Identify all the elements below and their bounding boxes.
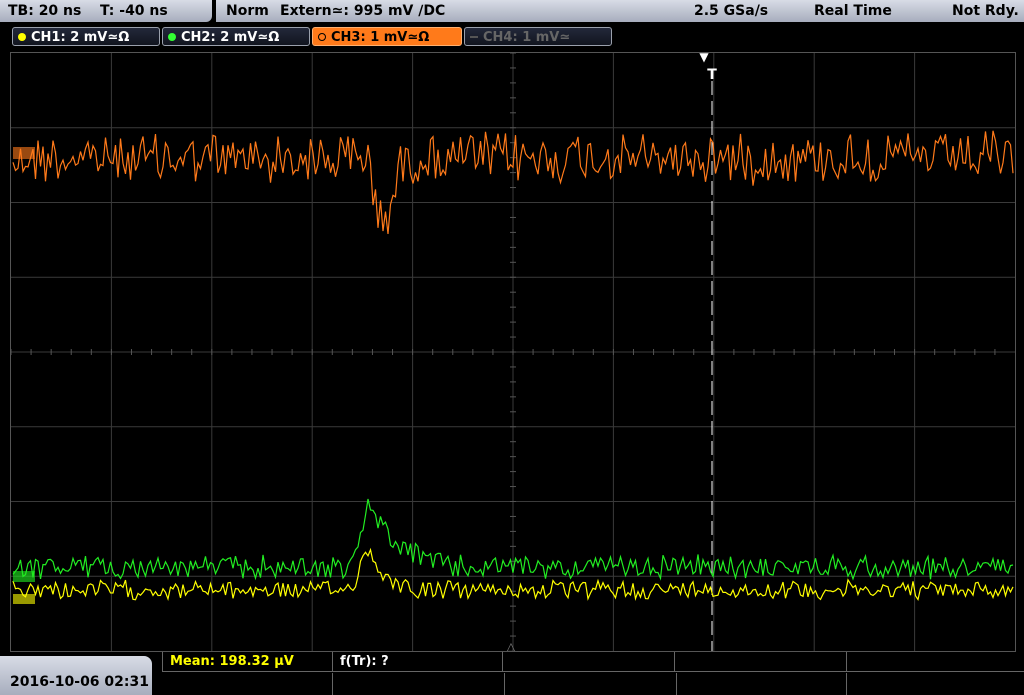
trigger-arrow-icon: ▼ [699,53,709,64]
ch1-offset-marker[interactable] [13,594,35,604]
measure-cell-3[interactable] [502,652,674,672]
ch2-indicator-icon [168,33,176,41]
trigger-position-icon: △ [507,640,516,651]
measure-cell-7[interactable] [504,673,676,695]
ch1-label: CH1: 2 mV≃Ω [31,30,130,45]
measure-cell-5[interactable] [846,652,1024,672]
timebase-value: TB: 20 ns [8,3,82,19]
ch2-offset-marker[interactable] [13,571,35,582]
ch3-label: CH3: 1 mV≃Ω [331,30,430,45]
function-measurement: f(Tr): ? [340,654,389,669]
trigger-marker: T [707,67,717,83]
status-bar: TB: 20 ns T: -40 ns Norm Extern≃: 995 mV… [0,0,1024,24]
ch3-offset-marker[interactable] [13,147,35,159]
ch1-indicator-icon [18,33,26,41]
trigger-panel[interactable]: Norm Extern≃: 995 mV ∕DC 2.5 GSa/s Real … [216,0,1024,22]
ch2-label: CH2: 2 mV≃Ω [181,30,280,45]
measurement-table[interactable]: Mean: 198.32 µV f(Tr): ? [162,652,1024,695]
measure-cell-8[interactable] [676,673,846,695]
channel-1-button[interactable]: CH1: 2 mV≃Ω [12,27,160,46]
waveform-canvas: ▼ T △ [10,50,1015,653]
mean-measurement: Mean: 198.32 µV [170,654,294,669]
channel-2-button[interactable]: CH2: 2 mV≃Ω [162,27,310,46]
ch4-indicator-icon [470,36,478,38]
measure-cell-4[interactable] [674,652,846,672]
channel-bar: CH1: 2 mV≃Ω CH2: 2 mV≃Ω CH3: 1 mV≃Ω CH4:… [0,24,1024,50]
footer-bar: 2016-10-06 02:31 Mean: 198.32 µV f(Tr): … [0,652,1024,695]
datetime-value: 2016-10-06 02:31 [10,674,149,690]
measure-cell-6[interactable] [332,673,504,695]
trigger-time-value: T: -40 ns [100,3,168,19]
channel-3-button[interactable]: CH3: 1 mV≃Ω [312,27,462,46]
ch4-label: CH4: 1 mV≃ [483,30,571,45]
acquisition-mode: Real Time [814,3,892,19]
sample-rate: 2.5 GSa/s [694,3,769,19]
ch3-indicator-icon [318,33,326,41]
datetime-panel: 2016-10-06 02:31 [0,656,152,695]
timebase-panel[interactable]: TB: 20 ns T: -40 ns [0,0,212,22]
waveform-display[interactable]: ▼ T △ [10,50,1016,653]
trigger-mode: Norm [226,3,269,19]
channel-4-button[interactable]: CH4: 1 mV≃ [464,27,612,46]
measure-cell-9[interactable] [846,673,1024,695]
run-status: Not Rdy. [952,3,1019,19]
trigger-source: Extern≃: 995 mV ∕DC [280,3,446,19]
